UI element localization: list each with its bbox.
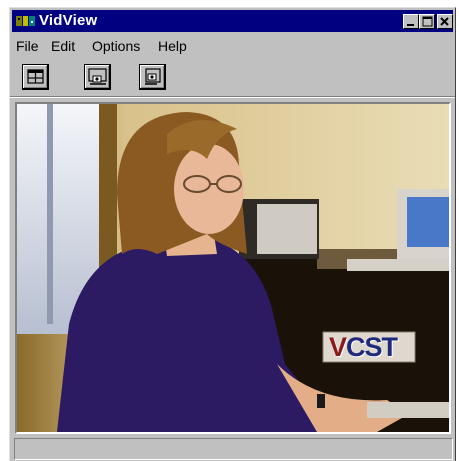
vcst-watermark-rest: CST (346, 332, 398, 362)
menu-options[interactable]: Options (92, 38, 140, 54)
maximize-icon (422, 16, 433, 27)
status-bar (14, 438, 453, 460)
maximize-button[interactable] (419, 14, 435, 29)
camera-send-icon (88, 68, 107, 85)
menu-bar: File Edit Options Help (12, 36, 453, 56)
video-feed (17, 104, 449, 432)
camera-receive-icon (145, 68, 161, 85)
toolbar (12, 62, 453, 96)
window-view-icon (27, 69, 44, 84)
close-icon (440, 17, 449, 26)
menu-file[interactable]: File (16, 38, 39, 54)
video-frame: VCST (15, 102, 451, 434)
menu-help[interactable]: Help (158, 38, 187, 54)
menu-edit[interactable]: Edit (51, 38, 75, 54)
vcst-watermark-v: V (329, 332, 347, 362)
close-button[interactable] (437, 14, 453, 29)
window-title: VidView (39, 12, 98, 29)
toolbar-separator (10, 96, 455, 98)
vcst-watermark: VCST (329, 332, 398, 362)
view-window-button[interactable] (22, 64, 49, 90)
send-video-button[interactable] (84, 64, 111, 90)
vidview-window: VidView File Edit Options Help VCST (9, 7, 456, 461)
minimize-icon (407, 24, 414, 26)
vcst-watermark-text: VCST (329, 332, 398, 362)
title-bar[interactable]: VidView (12, 10, 453, 32)
receive-video-button[interactable] (139, 64, 166, 90)
app-icon (16, 16, 35, 26)
minimize-button[interactable] (403, 14, 419, 29)
